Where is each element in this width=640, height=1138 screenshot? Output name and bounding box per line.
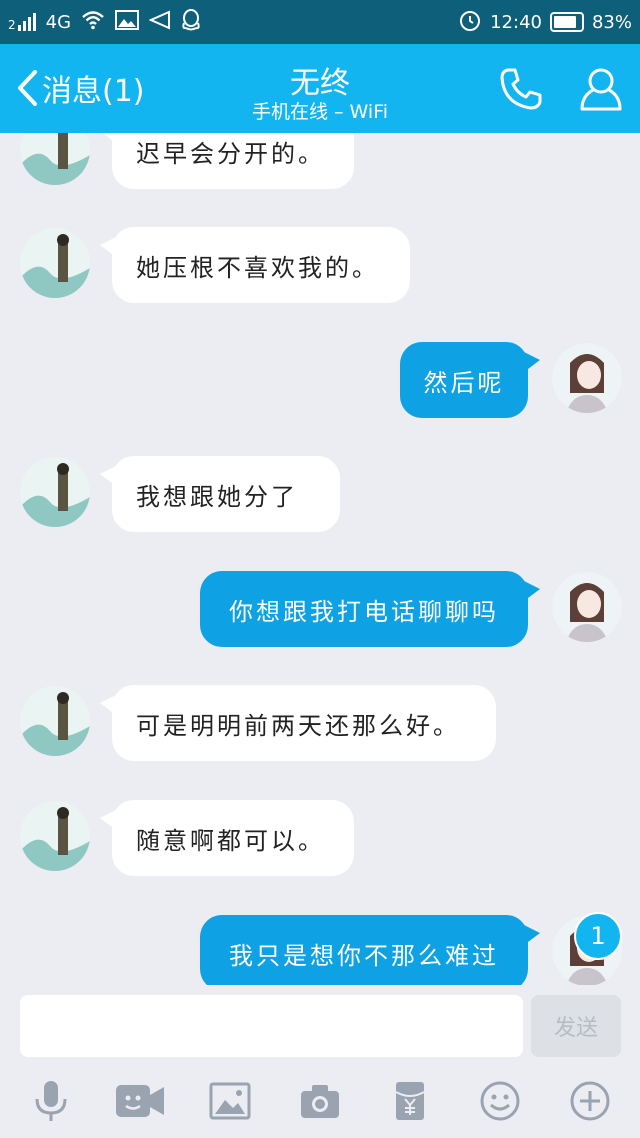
sim-slot-label: 2 [8,18,16,32]
video-icon[interactable] [110,1073,170,1129]
message-text: 迟早会分开的。 [136,139,325,168]
profile-icon[interactable] [578,66,624,116]
status-bar: 2 4G 12:40 83% [0,0,640,44]
composer: 发送 [0,985,640,1138]
message-bubble-incoming[interactable]: 我想跟她分了 [100,456,340,532]
contact-avatar[interactable] [20,686,90,756]
message-text: 我想跟她分了 [136,482,298,511]
contact-avatar[interactable] [20,457,90,527]
chat-header: 消息(1) 无终 手机在线 – WiFi [0,44,640,133]
message-text: 然后呢 [423,368,505,397]
message-text: 你想跟我打电话聊聊吗 [229,597,499,626]
composer-toolbar [0,1073,640,1133]
new-message-badge[interactable]: 1 [574,912,622,960]
message-bubble-outgoing[interactable]: 你想跟我打电话聊聊吗 [200,571,540,647]
message-bubble-incoming[interactable]: 迟早会分开的。 [100,133,354,189]
battery-percent: 83% [591,11,632,33]
message-bubble-outgoing[interactable]: 我只是想你不那么难过 [200,915,540,985]
my-avatar[interactable] [552,343,622,413]
alarm-icon [458,8,482,37]
contact-avatar[interactable] [20,133,90,185]
wifi-icon [81,10,105,35]
phone-icon[interactable] [498,66,544,116]
message-list[interactable]: 迟早会分开的。 她压根不喜欢我的。 然后呢 我想跟她分了 你想跟我打电话聊聊吗 … [0,133,640,985]
message-bubble-incoming[interactable]: 她压根不喜欢我的。 [100,227,410,303]
red-packet-icon[interactable] [380,1073,440,1129]
camera-icon[interactable] [290,1073,350,1129]
send-notification-icon [148,9,171,35]
send-button[interactable]: 发送 [531,995,621,1057]
emoji-icon[interactable] [470,1073,530,1129]
contact-avatar[interactable] [20,228,90,298]
network-type: 4G [45,11,72,33]
image-icon[interactable] [200,1073,260,1129]
contact-avatar[interactable] [20,801,90,871]
message-bubble-incoming[interactable]: 可是明明前两天还那么好。 [100,685,496,761]
battery-icon [549,12,584,32]
message-bubble-outgoing[interactable]: 然后呢 [400,342,540,418]
qq-icon [181,8,201,36]
message-bubble-incoming[interactable]: 随意啊都可以。 [100,800,354,876]
message-text: 随意啊都可以。 [136,826,325,855]
contact-name: 无终 [290,66,350,101]
message-text: 她压根不喜欢我的。 [136,253,379,282]
signal-icon: 2 [8,13,36,31]
online-status: 手机在线 – WiFi [251,101,389,123]
clock-time: 12:40 [490,11,542,33]
my-avatar[interactable] [552,572,622,642]
message-text: 我只是想你不那么难过 [229,941,499,970]
message-input[interactable] [20,995,523,1057]
gallery-notification-icon [115,9,140,35]
plus-icon[interactable] [560,1073,620,1129]
message-text: 可是明明前两天还那么好。 [136,711,460,740]
mic-icon[interactable] [21,1073,81,1129]
